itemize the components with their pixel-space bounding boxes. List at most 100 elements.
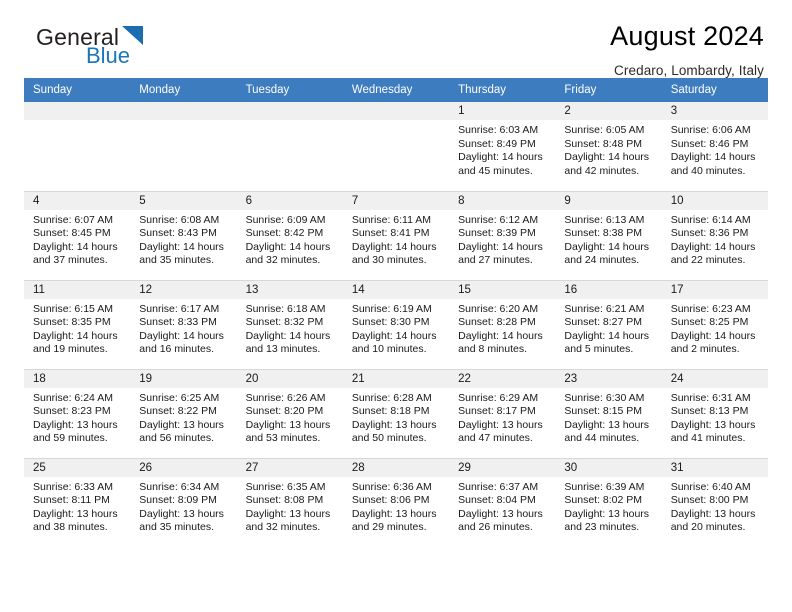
daylight-text: Daylight: 14 hours and 35 minutes. [139, 240, 224, 267]
day-details: Sunrise: 6:17 AM Sunset: 8:33 PM Daylight:… [130, 299, 236, 357]
sunrise-text: Sunrise: 6:36 AM [351, 480, 432, 493]
daylight-text: Daylight: 13 hours and 20 minutes. [670, 507, 756, 534]
sunset-text: Sunset: 8:15 PM [564, 405, 643, 418]
calendar-day-cell[interactable]: 31 Sunrise: 6:40 AM Sunset: 8:00 PM Dayligh… [661, 457, 768, 547]
sunset-text: Sunset: 8:35 PM [33, 316, 111, 329]
calendar-day-cell[interactable]: 25 Sunrise: 6:33 AM Sunset: 8:11 PM Dayligh… [24, 457, 131, 547]
sunset-text: Sunset: 8:28 PM [458, 316, 536, 329]
sunrise-text: Sunrise: 6:37 AM [458, 480, 539, 493]
sunset-text: Sunset: 8:18 PM [351, 405, 430, 418]
day-details: Sunrise: 6:20 AM Sunset: 8:28 PM Daylight:… [449, 299, 555, 357]
day-details: Sunrise: 6:15 AM Sunset: 8:35 PM Daylight:… [24, 299, 130, 357]
day-number: 18 [24, 370, 131, 388]
page-subtitle: Credaro, Lombardy, Italy [614, 62, 764, 78]
calendar-day-cell[interactable]: 10 Sunrise: 6:14 AM Sunset: 8:36 PM Dayligh… [661, 190, 768, 280]
sunrise-text: Sunrise: 6:03 AM [458, 124, 539, 136]
sunset-text: Sunset: 8:48 PM [564, 137, 643, 150]
calendar-day-cell[interactable]: 2 Sunrise: 6:05 AM Sunset: 8:48 PM Daylight… [555, 102, 662, 191]
day-number: 24 [661, 370, 768, 388]
sunrise-text: Sunrise: 6:14 AM [670, 213, 751, 226]
calendar-day-cell[interactable]: 6 Sunrise: 6:09 AM Sunset: 8:42 PM Daylight… [236, 190, 343, 280]
weekday-header-sunday: Sunday [24, 78, 131, 102]
day-details: Sunrise: 6:35 AM Sunset: 8:08 PM Daylight:… [237, 477, 343, 535]
calendar-day-cell[interactable]: 30 Sunrise: 6:39 AM Sunset: 8:02 PM Dayligh… [555, 457, 662, 547]
day-number: 25 [24, 459, 131, 477]
day-details: Sunrise: 6:09 AM Sunset: 8:42 PM Daylight:… [237, 210, 343, 268]
day-details: Sunrise: 6:18 AM Sunset: 8:32 PM Daylight:… [237, 299, 343, 357]
calendar-day-cell[interactable]: 9 Sunrise: 6:13 AM Sunset: 8:38 PM Daylight… [555, 190, 662, 280]
general-blue-logo[interactable]: General Blue [24, 22, 154, 74]
day-details: Sunrise: 6:37 AM Sunset: 8:04 PM Daylight:… [449, 477, 555, 535]
calendar-day-cell[interactable]: 15 Sunrise: 6:20 AM Sunset: 8:28 PM Dayligh… [449, 279, 556, 369]
calendar-day-cell[interactable]: 5 Sunrise: 6:08 AM Sunset: 8:43 PM Daylight… [130, 190, 237, 280]
sunrise-text: Sunrise: 6:40 AM [670, 480, 751, 493]
daylight-text: Daylight: 13 hours and 26 minutes. [458, 507, 543, 534]
daylight-text: Daylight: 14 hours and 40 minutes. [670, 151, 756, 177]
daylight-text: Daylight: 14 hours and 16 minutes. [139, 329, 224, 356]
calendar-week-row: 25 Sunrise: 6:33 AM Sunset: 8:11 PM Dayligh… [24, 457, 768, 547]
sunset-text: Sunset: 8:22 PM [139, 405, 217, 418]
day-details: Sunrise: 6:31 AM Sunset: 8:13 PM Daylight:… [662, 388, 768, 446]
day-details: Sunrise: 6:26 AM Sunset: 8:20 PM Daylight:… [237, 388, 343, 446]
day-details: Sunrise: 6:08 AM Sunset: 8:43 PM Daylight:… [130, 210, 236, 268]
title-block: August 2024 Credaro, Lombardy, Italy [154, 21, 768, 78]
sunset-text: Sunset: 8:23 PM [33, 405, 111, 418]
day-number [130, 102, 237, 120]
sunset-text: Sunset: 8:06 PM [351, 494, 430, 507]
daylight-text: Daylight: 14 hours and 27 minutes. [458, 240, 543, 267]
day-number: 3 [661, 102, 768, 120]
calendar-day-cell[interactable]: 22 Sunrise: 6:29 AM Sunset: 8:17 PM Dayligh… [449, 368, 556, 458]
day-number: 29 [449, 459, 556, 477]
calendar-day-cell[interactable]: 26 Sunrise: 6:34 AM Sunset: 8:09 PM Dayligh… [130, 457, 237, 547]
calendar-day-cell[interactable]: 11 Sunrise: 6:15 AM Sunset: 8:35 PM Dayligh… [24, 279, 131, 369]
day-number: 21 [342, 370, 450, 388]
day-number: 27 [236, 459, 343, 477]
day-details: Sunrise: 6:39 AM Sunset: 8:02 PM Daylight:… [555, 477, 661, 535]
day-details: Sunrise: 6:12 AM Sunset: 8:39 PM Daylight:… [449, 210, 555, 268]
sunset-text: Sunset: 8:17 PM [458, 405, 536, 418]
day-number: 9 [555, 192, 662, 210]
calendar-day-cell[interactable]: 23 Sunrise: 6:30 AM Sunset: 8:15 PM Dayligh… [555, 368, 662, 458]
sunrise-text: Sunrise: 6:39 AM [564, 480, 645, 493]
calendar-day-cell[interactable]: 1 Sunrise: 6:03 AM Sunset: 8:49 PM Daylight… [449, 102, 556, 191]
sunrise-text: Sunrise: 6:23 AM [670, 302, 751, 315]
daylight-text: Daylight: 14 hours and 30 minutes. [351, 240, 437, 267]
calendar-day-cell[interactable]: 4 Sunrise: 6:07 AM Sunset: 8:45 PM Daylight… [24, 190, 131, 280]
sunrise-text: Sunrise: 6:28 AM [351, 391, 432, 404]
calendar-week-row: 11 Sunrise: 6:15 AM Sunset: 8:35 PM Dayligh… [24, 279, 768, 369]
daylight-text: Daylight: 14 hours and 32 minutes. [245, 240, 331, 267]
calendar-day-cell[interactable]: 18 Sunrise: 6:24 AM Sunset: 8:23 PM Dayligh… [24, 368, 131, 458]
calendar-day-cell[interactable]: 3 Sunrise: 6:06 AM Sunset: 8:46 PM Daylight… [661, 102, 768, 191]
calendar-day-cell[interactable]: 16 Sunrise: 6:21 AM Sunset: 8:27 PM Dayligh… [555, 279, 662, 369]
sunset-text: Sunset: 8:00 PM [670, 494, 749, 507]
day-number: 14 [342, 281, 450, 299]
calendar-day-cell[interactable]: 7 Sunrise: 6:11 AM Sunset: 8:41 PM Daylight… [342, 190, 450, 280]
calendar-day-cell-empty [236, 102, 343, 191]
daylight-text: Daylight: 14 hours and 45 minutes. [458, 151, 543, 177]
day-details: Sunrise: 6:05 AM Sunset: 8:48 PM Daylight:… [555, 120, 661, 178]
day-details: Sunrise: 6:11 AM Sunset: 8:41 PM Daylight:… [343, 210, 449, 268]
calendar-day-cell[interactable]: 12 Sunrise: 6:17 AM Sunset: 8:33 PM Dayligh… [130, 279, 237, 369]
calendar-day-cell[interactable]: 14 Sunrise: 6:19 AM Sunset: 8:30 PM Dayligh… [342, 279, 450, 369]
sunset-text: Sunset: 8:08 PM [245, 494, 324, 507]
calendar-day-cell[interactable]: 28 Sunrise: 6:36 AM Sunset: 8:06 PM Dayligh… [342, 457, 450, 547]
day-details: Sunrise: 6:28 AM Sunset: 8:18 PM Daylight:… [343, 388, 449, 446]
sunset-text: Sunset: 8:30 PM [351, 316, 430, 329]
daylight-text: Daylight: 14 hours and 42 minutes. [564, 151, 650, 177]
sunrise-text: Sunrise: 6:34 AM [139, 480, 220, 493]
calendar-day-cell[interactable]: 21 Sunrise: 6:28 AM Sunset: 8:18 PM Dayligh… [342, 368, 450, 458]
day-details: Sunrise: 6:21 AM Sunset: 8:27 PM Daylight:… [555, 299, 661, 357]
calendar-day-cell[interactable]: 8 Sunrise: 6:12 AM Sunset: 8:39 PM Daylight… [449, 190, 556, 280]
sunrise-text: Sunrise: 6:24 AM [33, 391, 113, 404]
calendar-day-cell[interactable]: 29 Sunrise: 6:37 AM Sunset: 8:04 PM Dayligh… [449, 457, 556, 547]
calendar-day-cell[interactable]: 24 Sunrise: 6:31 AM Sunset: 8:13 PM Dayligh… [661, 368, 768, 458]
calendar-day-cell[interactable]: 20 Sunrise: 6:26 AM Sunset: 8:20 PM Dayligh… [236, 368, 343, 458]
calendar-day-cell[interactable]: 27 Sunrise: 6:35 AM Sunset: 8:08 PM Dayligh… [236, 457, 343, 547]
day-details: Sunrise: 6:30 AM Sunset: 8:15 PM Daylight:… [555, 388, 661, 446]
day-details: Sunrise: 6:34 AM Sunset: 8:09 PM Daylight:… [130, 477, 236, 535]
sunrise-text: Sunrise: 6:25 AM [139, 391, 220, 404]
calendar-day-cell[interactable]: 19 Sunrise: 6:25 AM Sunset: 8:22 PM Dayligh… [130, 368, 237, 458]
calendar-day-cell[interactable]: 13 Sunrise: 6:18 AM Sunset: 8:32 PM Dayligh… [236, 279, 343, 369]
sunset-text: Sunset: 8:32 PM [245, 316, 324, 329]
calendar-day-cell[interactable]: 17 Sunrise: 6:23 AM Sunset: 8:25 PM Dayligh… [661, 279, 768, 369]
